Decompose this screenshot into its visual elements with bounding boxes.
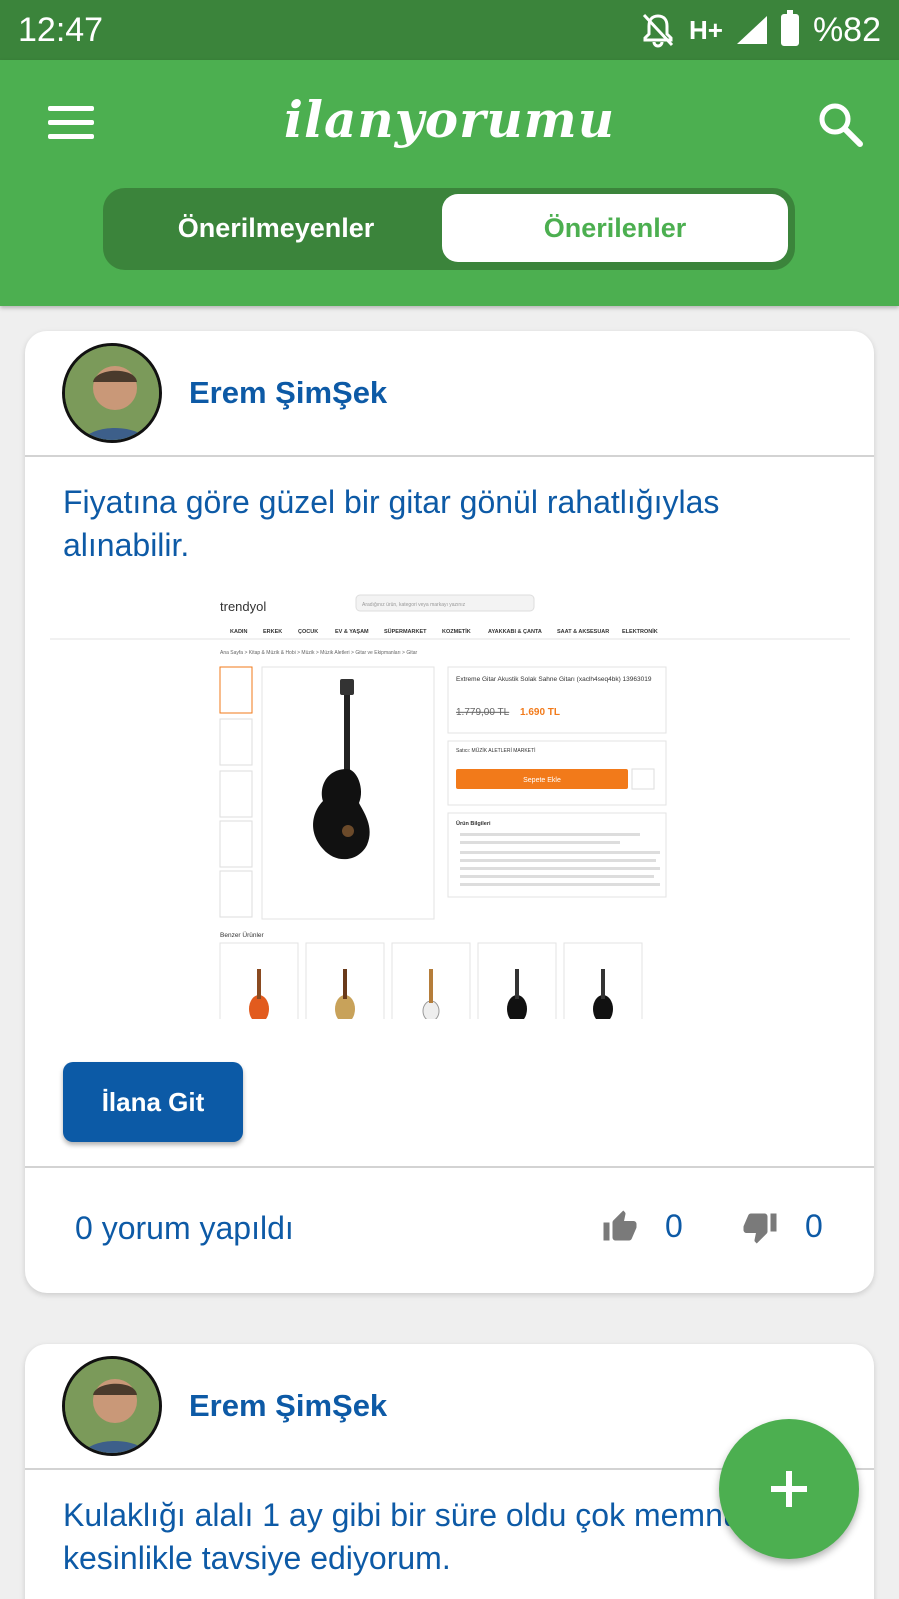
avatar[interactable] [62, 1356, 162, 1456]
mute-icon [642, 13, 674, 48]
status-bar: 12:47 H+ %82 [0, 0, 899, 60]
tab-not-recommended[interactable]: Önerilmeyenler [111, 194, 441, 262]
listing-category: SAAT & AKSESUAR [557, 629, 609, 635]
app-bar: ilanyorumu Önerilmeyenler Önerilenler [0, 60, 899, 306]
tab-recommended[interactable]: Önerilenler [442, 194, 788, 262]
app-logo: ilanyorumu [283, 90, 616, 149]
goto-listing-button[interactable]: İlana Git [63, 1062, 243, 1142]
plus-icon [771, 1471, 807, 1507]
post-text: Fiyatına göre güzel bir gitar gönül raha… [63, 484, 720, 563]
dislike-count: 0 [805, 1208, 823, 1244]
listing-category: SÜPERMARKET [384, 628, 427, 635]
author-name[interactable]: Erem ŞimŞek [189, 375, 387, 411]
listing-category: KOZMETİK [442, 628, 471, 635]
add-post-button[interactable] [719, 1419, 859, 1559]
avatar[interactable] [62, 343, 162, 443]
like-count: 0 [665, 1208, 683, 1244]
listing-screenshot[interactable]: trendyol Aradığınız ürün, kategori veya … [50, 569, 850, 1019]
listing-similar-title: Benzer Ürünler [220, 931, 265, 939]
listing-category: AYAKKABI & ÇANTA [488, 629, 542, 635]
author-name[interactable]: Erem ŞimŞek [189, 1388, 387, 1424]
search-icon[interactable] [816, 100, 864, 148]
post-header: Erem ŞimŞek [25, 331, 874, 457]
listing-category: KADIN [230, 629, 247, 635]
listing-price: 1.690 TL [520, 707, 560, 718]
network-type: H+ [688, 14, 723, 45]
filter-toggle: Önerilmeyenler Önerilenler [103, 188, 795, 270]
status-time: 12:47 [18, 10, 104, 49]
listing-category: ÇOCUK [298, 629, 318, 635]
thumbs-down-icon [743, 1213, 777, 1243]
listing-category: EV & YAŞAM [335, 629, 369, 635]
listing-seller: Satıcı: MÜZİK ALETLERİ MARKETİ [456, 747, 535, 754]
like-button[interactable]: 0 [601, 1208, 683, 1245]
listing-add-to-cart: Sepete Ekle [523, 777, 561, 784]
dislike-button[interactable]: 0 [741, 1208, 823, 1245]
thumbs-up-icon [603, 1210, 637, 1240]
battery-icon [780, 10, 799, 46]
battery-level: %82 [812, 10, 881, 49]
post-card: Erem ŞimŞek Fiyatına göre güzel bir gita… [25, 331, 874, 1293]
listing-search-placeholder: Aradığınız ürün, kategori veya markayı y… [362, 602, 466, 608]
listing-category: ERKEK [263, 629, 282, 635]
listing-product-title: Extreme Gitar Akustik Solak Sahne Gitarı… [456, 676, 652, 683]
listing-old-price: 1.779,00 TL [456, 707, 510, 718]
listing-brand: trendyol [220, 599, 266, 614]
status-icons: H+ %82 [641, 10, 881, 50]
listing-category: ELEKTRONİK [622, 628, 658, 635]
listing-breadcrumb: Ana Sayfa > Kitap & Müzik & Hobi > Müzik… [220, 650, 417, 656]
signal-icon [736, 16, 767, 44]
listing-info-title: Ürün Bilgileri [456, 820, 491, 827]
comment-count[interactable]: 0 yorum yapıldı [75, 1210, 294, 1247]
post-footer: 0 yorum yapıldı 0 0 [25, 1166, 874, 1293]
